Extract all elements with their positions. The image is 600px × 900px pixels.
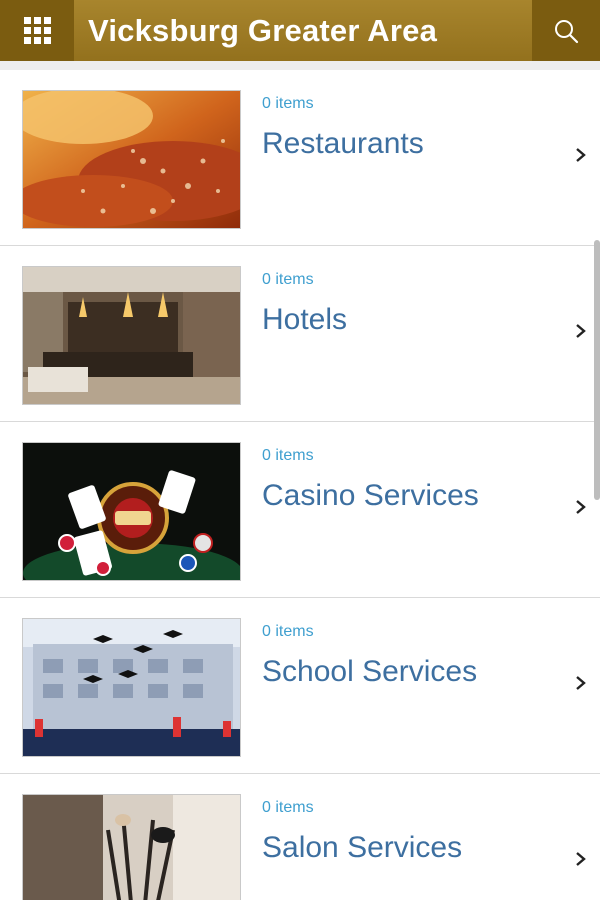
item-count: 0 items bbox=[262, 95, 314, 112]
school-services-thumbnail bbox=[22, 618, 241, 757]
scrollbar[interactable] bbox=[594, 240, 600, 500]
search-icon bbox=[555, 19, 579, 43]
app-header: Vicksburg Greater Area bbox=[0, 0, 600, 61]
item-count: 0 items bbox=[262, 447, 314, 464]
category-name: School Services bbox=[262, 655, 478, 688]
category-name: Salon Services bbox=[262, 831, 463, 864]
casino-services-thumbnail bbox=[22, 442, 241, 581]
item-count: 0 items bbox=[262, 623, 314, 640]
category-name: Casino Services bbox=[262, 479, 479, 512]
header-divider bbox=[0, 61, 600, 70]
chevron-right-icon bbox=[576, 500, 586, 514]
category-row-casino-services[interactable]: 0 items Casino Services bbox=[0, 422, 600, 598]
salon-services-thumbnail bbox=[22, 794, 241, 900]
app-title: Vicksburg Greater Area bbox=[88, 12, 438, 48]
chevron-right-icon bbox=[576, 852, 586, 866]
category-row-hotels[interactable]: 0 items Hotels bbox=[0, 246, 600, 422]
category-name: Hotels bbox=[262, 303, 348, 336]
chevron-right-icon bbox=[576, 148, 586, 162]
item-count: 0 items bbox=[262, 271, 314, 288]
category-name: Restaurants bbox=[262, 127, 424, 160]
category-row-restaurants[interactable]: 0 items Restaurants bbox=[0, 70, 600, 246]
grid-menu-icon bbox=[23, 17, 51, 44]
search-button[interactable] bbox=[532, 0, 600, 61]
category-row-school-services[interactable]: 0 items School Services bbox=[0, 598, 600, 774]
category-row-salon-services[interactable]: 0 items Salon Services bbox=[0, 774, 600, 900]
category-list: 0 items Restaurants 0 items Hotels 0 ite… bbox=[0, 70, 600, 900]
chevron-right-icon bbox=[576, 324, 586, 338]
menu-button[interactable] bbox=[0, 0, 74, 61]
item-count: 0 items bbox=[262, 799, 314, 816]
restaurants-thumbnail bbox=[22, 90, 241, 229]
chevron-right-icon bbox=[576, 676, 586, 690]
hotels-thumbnail bbox=[22, 266, 241, 405]
